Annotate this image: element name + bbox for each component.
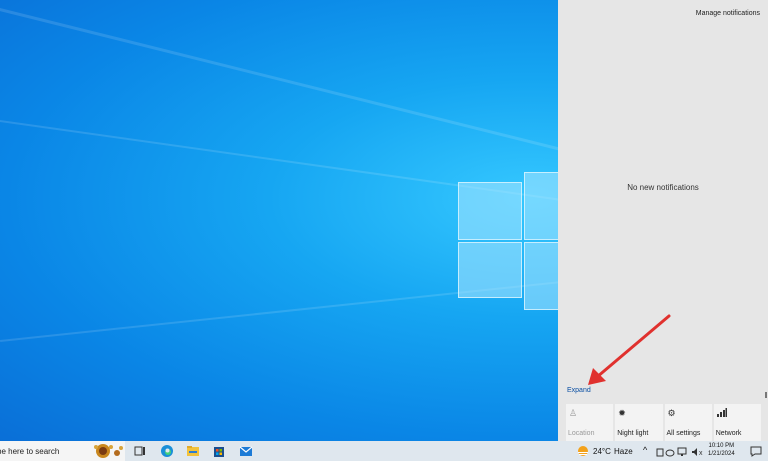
file-explorer-icon[interactable] xyxy=(186,444,200,458)
weather-icon[interactable] xyxy=(576,444,590,458)
svg-text:x: x xyxy=(699,450,703,457)
search-highlight-icon[interactable] xyxy=(92,442,124,460)
weather-desc[interactable]: Haze xyxy=(614,447,633,467)
red-arrow-annotation xyxy=(588,314,671,385)
taskbar: pe here to search 24°C Haze ^ x 10:10 PM… xyxy=(0,441,768,461)
clock-time: 10:10 PM xyxy=(708,443,735,449)
system-tray-icons[interactable]: x xyxy=(656,445,708,457)
clock[interactable]: 10:10 PM 1/21/2024 xyxy=(708,442,735,458)
edge-icon[interactable] xyxy=(160,444,174,458)
clock-date: 1/21/2024 xyxy=(708,451,735,457)
search-placeholder: pe here to search xyxy=(0,447,60,456)
notification-icon[interactable] xyxy=(749,444,763,458)
store-icon[interactable] xyxy=(212,444,226,458)
weather-temp[interactable]: 24°C xyxy=(593,447,611,467)
chevron-up-icon[interactable]: ^ xyxy=(643,445,647,465)
task-view-icon[interactable] xyxy=(133,444,147,458)
mail-icon[interactable] xyxy=(239,444,253,458)
